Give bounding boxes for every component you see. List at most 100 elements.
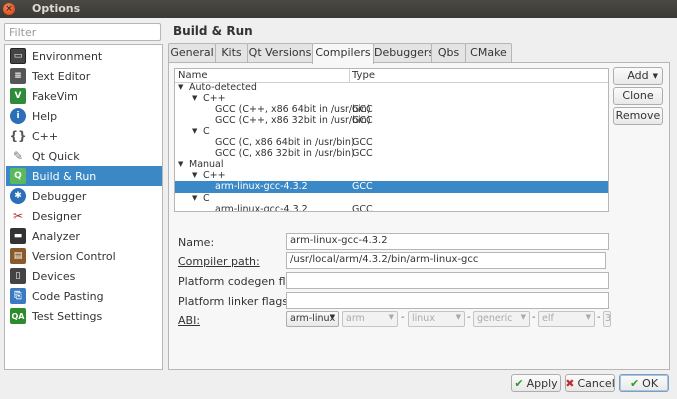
sidebar-item-label: Text Editor xyxy=(32,69,91,83)
version-control-icon: ▤ xyxy=(10,248,26,264)
expand-arrow-icon[interactable]: ▼ xyxy=(178,159,183,170)
analyzer-icon: ▬ xyxy=(10,228,26,244)
filter-input[interactable]: Filter xyxy=(4,23,161,41)
tab-general[interactable]: General xyxy=(168,43,216,63)
sidebar-item-devices[interactable]: ▯ Devices xyxy=(6,266,162,286)
sidebar-item-build-run[interactable]: Q Build & Run xyxy=(6,166,162,186)
sidebar-item-designer[interactable]: ✂ Designer xyxy=(6,206,162,226)
sidebar-item-test-settings[interactable]: QA Test Settings xyxy=(6,306,162,326)
tree-row[interactable]: ▼ C xyxy=(175,193,608,204)
chevron-down-icon: ▼ xyxy=(520,313,526,321)
abi-combo[interactable]: arm-linux ▼ xyxy=(286,311,339,327)
sidebar-item-version-control[interactable]: ▤ Version Control xyxy=(6,246,162,266)
ok-button[interactable]: ✔ OK xyxy=(619,374,669,392)
sidebar-item-text-editor[interactable]: ≡ Text Editor xyxy=(6,66,162,86)
linker-flags-label: Platform linker flags: xyxy=(178,295,292,308)
sidebar-item-label: Help xyxy=(32,109,58,123)
sidebar-item-label: Analyzer xyxy=(32,229,80,243)
code-pasting-icon: ⎘ xyxy=(10,288,26,304)
compiler-path-field[interactable]: /usr/local/arm/4.3.2/bin/arm-linux-gcc xyxy=(286,252,606,269)
cancel-button[interactable]: ✖ Cancel xyxy=(565,374,615,392)
tree-row[interactable]: GCC (C++, x86 64bit in /usr/bin) GCC xyxy=(175,104,608,115)
name-field[interactable]: arm-linux-gcc-4.3.2 xyxy=(286,233,609,250)
sidebar-item-label: Debugger xyxy=(32,189,87,203)
tab-qbs[interactable]: Qbs xyxy=(431,43,466,63)
compiler-path-label: Compiler path: xyxy=(178,255,260,268)
tab-kits[interactable]: Kits xyxy=(215,43,248,63)
window-title: Options xyxy=(32,2,81,15)
tree-row[interactable]: GCC (C, x86 64bit in /usr/bin) GCC xyxy=(175,137,608,148)
devices-icon: ▯ xyxy=(10,268,26,284)
clone-button[interactable]: Clone xyxy=(613,87,663,105)
tree-row-selected[interactable]: arm-linux-gcc-4.3.2 GCC xyxy=(175,181,608,193)
sidebar-item-label: Test Settings xyxy=(32,309,103,323)
tree-row[interactable]: ▼ Manual xyxy=(175,159,608,170)
expand-arrow-icon[interactable]: ▼ xyxy=(192,126,197,137)
sidebar-item-label: Devices xyxy=(32,269,76,283)
sidebar-item-debugger[interactable]: ✱ Debugger xyxy=(6,186,162,206)
column-header-name[interactable]: Name xyxy=(178,70,208,81)
apply-button[interactable]: ✔ Apply xyxy=(511,374,561,392)
tree-row[interactable]: ▼ C xyxy=(175,126,608,137)
sidebar-item-analyzer[interactable]: ▬ Analyzer xyxy=(6,226,162,246)
expand-arrow-icon[interactable]: ▼ xyxy=(192,170,197,181)
debugger-icon: ✱ xyxy=(10,188,26,204)
tree-row[interactable]: arm-linux-gcc-4.3.2 GCC xyxy=(175,204,608,211)
sidebar-item-environment[interactable]: ▭ Environment xyxy=(6,46,162,66)
sidebar-item-label: Environment xyxy=(32,49,103,63)
tree-header: Name Type xyxy=(175,69,608,83)
tab-qt-versions[interactable]: Qt Versions xyxy=(247,43,313,63)
qt-quick-icon: ✎ xyxy=(12,149,24,163)
column-header-type[interactable]: Type xyxy=(352,70,375,81)
close-icon[interactable]: × xyxy=(3,3,15,15)
remove-button[interactable]: Remove xyxy=(613,107,663,125)
sidebar-item-label: Build & Run xyxy=(32,169,97,183)
expand-arrow-icon[interactable]: ▼ xyxy=(178,82,183,93)
abi-flavor-combo: generic ▼ xyxy=(473,311,530,327)
chevron-down-icon: ▼ xyxy=(455,313,461,321)
monitor-icon: ▭ xyxy=(10,48,26,64)
chevron-down-icon: ▼ xyxy=(329,313,335,321)
sidebar-item-code-pasting[interactable]: ⎘ Code Pasting xyxy=(6,286,162,306)
abi-label: ABI: xyxy=(178,314,201,327)
sidebar-item-cpp[interactable]: {} C++ xyxy=(6,126,162,146)
tree-row[interactable]: GCC (C, x86 32bit in /usr/bin) GCC xyxy=(175,148,608,159)
check-icon: ✔ xyxy=(629,376,640,390)
abi-os-combo: linux ▼ xyxy=(408,311,465,327)
page-title: Build & Run xyxy=(173,24,253,38)
sidebar-item-fakevim[interactable]: V FakeVim xyxy=(6,86,162,106)
add-button[interactable]: Add ▼ xyxy=(613,67,663,85)
expand-arrow-icon[interactable]: ▼ xyxy=(192,193,197,204)
sidebar-item-qt-quick[interactable]: ✎ Qt Quick xyxy=(6,146,162,166)
sidebar-item-label: Version Control xyxy=(32,249,116,263)
sidebar-item-help[interactable]: i Help xyxy=(6,106,162,126)
title-bar: × Options xyxy=(0,0,677,18)
chevron-down-icon: ▼ xyxy=(652,72,658,80)
tree-row[interactable]: ▼ Auto-detected xyxy=(175,82,608,93)
abi-width-combo: 3 xyxy=(603,311,611,327)
sidebar-item-label: Designer xyxy=(32,209,82,223)
sidebar-item-label: Qt Quick xyxy=(32,149,80,163)
tab-debuggers[interactable]: Debuggers xyxy=(373,43,434,63)
tree-row[interactable]: ▼ C++ xyxy=(175,93,608,104)
sidebar-item-label: C++ xyxy=(32,129,59,143)
sidebar: ▭ Environment ≡ Text Editor V FakeVim i … xyxy=(4,44,163,370)
build-run-icon: Q xyxy=(10,168,26,184)
abi-architecture-combo: arm ▼ xyxy=(342,311,398,327)
name-label: Name: xyxy=(178,236,215,249)
tab-compilers[interactable]: Compilers xyxy=(312,43,374,64)
sidebar-item-label: FakeVim xyxy=(32,89,78,103)
help-icon: i xyxy=(10,108,26,124)
tree-row[interactable]: ▼ C++ xyxy=(175,170,608,181)
tree-row[interactable]: GCC (C++, x86 32bit in /usr/bin) GCC xyxy=(175,115,608,126)
designer-icon: ✂ xyxy=(12,209,24,223)
sidebar-item-label: Code Pasting xyxy=(32,289,104,303)
expand-arrow-icon[interactable]: ▼ xyxy=(192,93,197,104)
check-icon: ✔ xyxy=(514,376,524,390)
linker-flags-field[interactable] xyxy=(286,292,609,309)
cancel-icon: ✖ xyxy=(565,376,575,390)
tab-cmake[interactable]: CMake xyxy=(465,43,512,63)
compiler-tree[interactable]: Name Type ▼ Auto-detected ▼ C++ GCC (C++… xyxy=(174,68,609,212)
codegen-flags-field[interactable] xyxy=(286,272,609,289)
chevron-down-icon: ▼ xyxy=(585,313,591,321)
